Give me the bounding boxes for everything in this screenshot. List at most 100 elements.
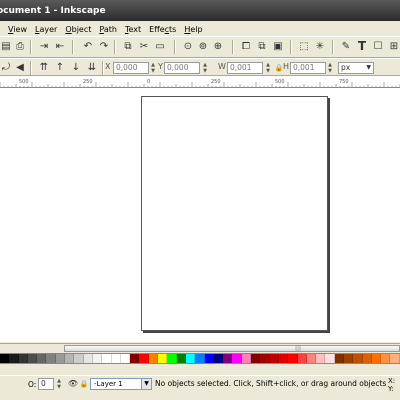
x-field[interactable]: 0,000 <box>113 62 149 74</box>
group-icon[interactable]: ▣ <box>272 41 284 53</box>
copy-icon[interactable]: ⧉ <box>122 41 134 53</box>
color-swatch[interactable] <box>371 354 382 363</box>
undo-icon[interactable]: ↶ <box>82 41 94 53</box>
fill-stroke-icon[interactable]: ✎ <box>340 41 352 53</box>
x-spinner[interactable]: ▲ ▼ <box>150 62 156 74</box>
color-swatch[interactable] <box>362 354 372 363</box>
menu-help[interactable]: Help <box>180 25 206 34</box>
color-swatch[interactable] <box>390 354 400 363</box>
menu-path[interactable]: Path <box>95 25 121 34</box>
menu-text[interactable]: Text <box>121 25 145 34</box>
color-swatch[interactable] <box>18 354 28 363</box>
menu-view[interactable]: View <box>4 25 31 34</box>
y-spinner[interactable]: ▲ ▼ <box>202 62 208 74</box>
color-swatch[interactable] <box>232 354 242 363</box>
color-swatch[interactable] <box>223 354 233 363</box>
horizontal-scrollbar[interactable]: ||| <box>0 343 400 353</box>
window-title: ocument 1 - Inkscape <box>0 5 106 16</box>
text-font-icon[interactable]: T <box>356 40 368 52</box>
rotate-icon[interactable]: ⤾ <box>0 62 12 74</box>
color-swatch[interactable] <box>92 354 103 363</box>
layer-select[interactable]: -Layer 1 ▼ <box>90 378 152 390</box>
lower-icon[interactable]: ↓ <box>70 62 82 74</box>
zoom-drawing-icon[interactable]: ⊚ <box>197 41 209 53</box>
color-swatch[interactable] <box>316 354 326 363</box>
zoom-selection-icon[interactable]: ⊙ <box>182 41 194 53</box>
status-bar: O: 0 ▲ ▼ 👁 🔒 -Layer 1 ▼ No objects select… <box>0 375 400 393</box>
opacity-field[interactable]: 0 <box>38 378 54 390</box>
color-swatch[interactable] <box>381 354 391 363</box>
xml-editor-icon[interactable]: ☐ <box>372 41 384 53</box>
horizontal-ruler: 500250025050075010001250 <box>0 76 400 88</box>
align-icon[interactable]: ⊞ <box>388 41 400 53</box>
raise-icon[interactable]: ↑ <box>54 62 66 74</box>
paste-icon[interactable]: ▭ <box>154 41 166 53</box>
color-swatch[interactable] <box>278 354 289 363</box>
color-swatch[interactable] <box>74 354 84 363</box>
transform-icon[interactable]: ✳ <box>314 41 326 53</box>
color-swatch[interactable] <box>353 354 363 363</box>
color-swatch[interactable] <box>158 354 168 363</box>
color-swatch[interactable] <box>148 354 159 363</box>
color-swatch[interactable] <box>195 354 205 363</box>
drawing-canvas[interactable] <box>0 88 400 342</box>
flip-icon[interactable]: ◀ <box>14 62 26 74</box>
color-swatch[interactable] <box>297 354 307 363</box>
color-swatch[interactable] <box>167 354 177 363</box>
tool-controls-bar: ⤾ ◀ ⇈ ↑ ↓ ⇊ X 0,000 ▲ ▼ Y 0,000 ▲ ▼ W 0,00… <box>0 58 400 76</box>
color-swatch[interactable] <box>334 354 344 363</box>
color-swatch[interactable] <box>130 354 140 363</box>
color-swatch[interactable] <box>251 354 261 363</box>
cut-icon[interactable]: ✂ <box>138 41 150 53</box>
menu-layer[interactable]: Layer <box>31 25 61 34</box>
h-field[interactable]: 0,001 <box>290 62 326 74</box>
y-field[interactable]: 0,000 <box>164 62 200 74</box>
save-icon[interactable]: ▤ <box>0 41 12 53</box>
color-swatch[interactable] <box>102 354 112 363</box>
w-spinner[interactable]: ▲ ▼ <box>265 62 271 74</box>
export-icon[interactable]: ⇤ <box>54 41 66 53</box>
ungroup-icon[interactable]: ⬚ <box>298 41 310 53</box>
menu-effects[interactable]: Effects <box>145 25 180 34</box>
color-swatch[interactable] <box>111 354 121 363</box>
clone-icon[interactable]: ⧉ <box>256 41 268 53</box>
color-swatch[interactable] <box>37 354 47 363</box>
units-select[interactable]: px ▼ <box>338 62 374 74</box>
color-swatch[interactable] <box>288 354 298 363</box>
color-swatch[interactable] <box>83 354 93 363</box>
color-swatch[interactable] <box>269 354 279 363</box>
color-swatch[interactable] <box>46 354 56 363</box>
menu-object[interactable]: Object <box>61 25 95 34</box>
color-swatch[interactable] <box>185 354 196 363</box>
color-swatch[interactable] <box>260 354 270 363</box>
redo-icon[interactable]: ↷ <box>98 41 110 53</box>
color-swatch[interactable] <box>55 354 66 363</box>
lower-to-bottom-icon[interactable]: ⇊ <box>86 62 98 74</box>
color-swatch[interactable] <box>343 354 354 363</box>
color-swatch[interactable] <box>0 354 10 363</box>
print-icon[interactable]: ⎙ <box>14 41 26 53</box>
import-icon[interactable]: ⇥ <box>38 41 50 53</box>
color-swatch[interactable] <box>139 354 149 363</box>
opacity-spinner[interactable]: ▲ ▼ <box>56 378 62 390</box>
opacity-label: O: <box>28 380 37 389</box>
lock-layer-icon[interactable]: 🔒 <box>78 378 90 390</box>
color-swatch[interactable] <box>9 354 19 363</box>
zoom-page-icon[interactable]: ⊕ <box>212 41 224 53</box>
raise-to-top-icon[interactable]: ⇈ <box>38 62 50 74</box>
w-field[interactable]: 0,001 <box>227 62 263 74</box>
color-swatch[interactable] <box>176 354 186 363</box>
color-swatch[interactable] <box>213 354 224 363</box>
color-swatch[interactable] <box>27 354 38 363</box>
h-spinner[interactable]: ▲ ▼ <box>327 62 333 74</box>
ruler-ticks: 500250025050075010001250 <box>0 79 400 87</box>
color-swatch[interactable] <box>65 354 75 363</box>
color-swatch[interactable] <box>120 354 131 363</box>
ruler-label: 0 <box>147 79 150 85</box>
duplicate-icon[interactable]: ⧠ <box>240 41 252 53</box>
color-swatch[interactable] <box>306 354 317 363</box>
scrollbar-thumb[interactable]: ||| <box>64 345 400 352</box>
color-swatch[interactable] <box>241 354 252 363</box>
color-swatch[interactable] <box>204 354 214 363</box>
color-swatch[interactable] <box>325 354 335 363</box>
